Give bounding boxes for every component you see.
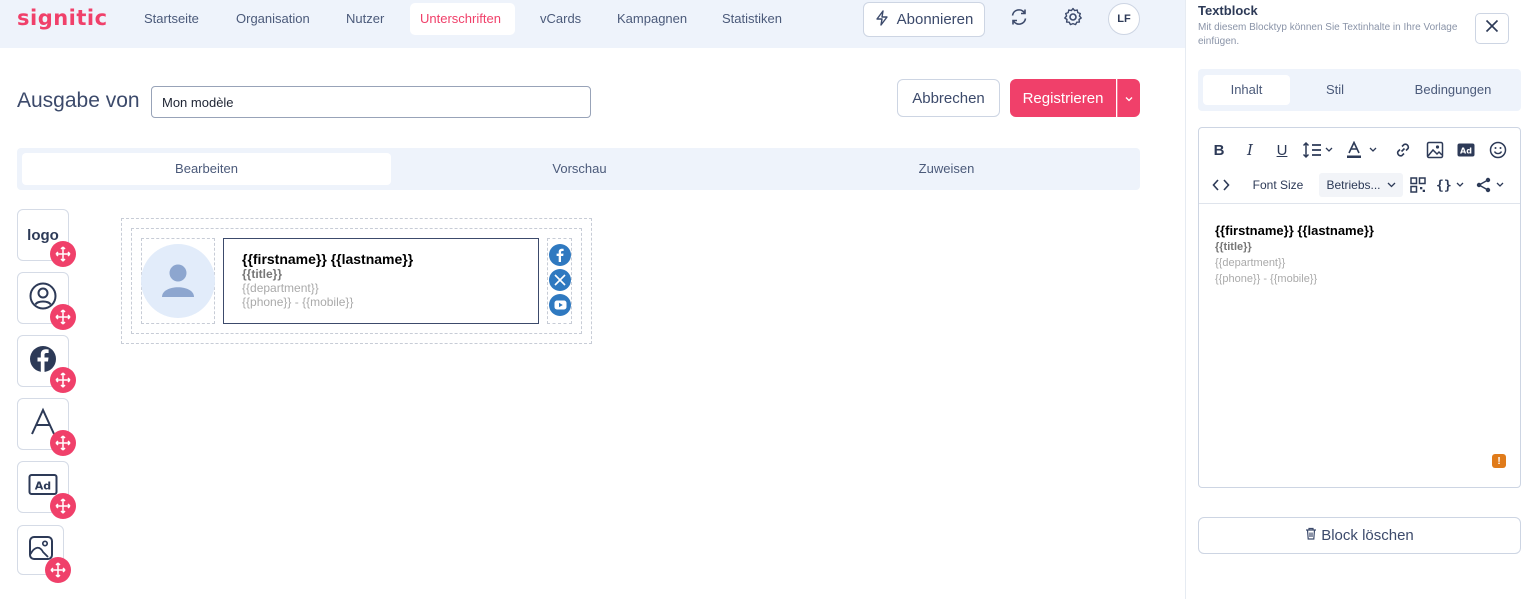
cancel-button[interactable]: Abbrechen bbox=[897, 79, 1000, 117]
tab-inhalt[interactable]: Inhalt bbox=[1203, 75, 1290, 105]
link-icon[interactable] bbox=[1392, 140, 1414, 160]
signature-text-block[interactable]: {{firstname}} {{lastname}} {{title}} {{d… bbox=[223, 238, 539, 324]
panel-title: Textblock bbox=[1198, 3, 1258, 18]
sync-icon bbox=[1009, 7, 1029, 32]
signature-name: {{firstname}} {{lastname}} bbox=[242, 251, 414, 267]
bold-icon[interactable]: B bbox=[1209, 140, 1229, 160]
text-color-icon[interactable] bbox=[1346, 140, 1380, 160]
move-icon[interactable] bbox=[50, 241, 76, 267]
nav-item-unterschriften[interactable]: Unterschriften bbox=[410, 3, 515, 35]
register-dropdown-button[interactable] bbox=[1117, 79, 1140, 117]
settings-button[interactable] bbox=[1058, 4, 1088, 34]
tab-zuweisen[interactable]: Zuweisen bbox=[762, 153, 1131, 185]
font-size-dropdown[interactable]: Font Size bbox=[1243, 175, 1313, 195]
user-avatar[interactable]: LF bbox=[1108, 3, 1140, 35]
properties-panel: Textblock Mit diesem Blocktyp können Sie… bbox=[1185, 0, 1529, 599]
register-button[interactable]: Registrieren bbox=[1010, 79, 1116, 117]
rich-text-editor: B I U Ad Font Size Betriebs... {} {{firs… bbox=[1198, 127, 1521, 488]
tab-bearbeiten[interactable]: Bearbeiten bbox=[22, 153, 391, 185]
trash-icon bbox=[1305, 527, 1317, 544]
subscribe-button[interactable]: Abonnieren bbox=[863, 2, 985, 37]
nav-item-vcards[interactable]: vCards bbox=[530, 3, 591, 35]
editor-content-area[interactable]: {{firstname}} {{lastname}} {{title}} {{d… bbox=[1215, 223, 1374, 287]
user-icon bbox=[158, 259, 198, 304]
warning-icon[interactable]: ! bbox=[1492, 454, 1506, 468]
tab-stil[interactable]: Stil bbox=[1290, 75, 1380, 105]
editor-toolbar-row-1: B I U Ad bbox=[1199, 132, 1520, 168]
share-icon[interactable] bbox=[1476, 175, 1510, 195]
chevron-down-icon bbox=[1387, 182, 1395, 188]
signature-phone: {{phone}} - {{mobile}} bbox=[242, 295, 354, 309]
nav-item-organisation[interactable]: Organisation bbox=[226, 3, 320, 35]
chevron-down-icon bbox=[1125, 89, 1133, 107]
emoji-icon[interactable] bbox=[1487, 140, 1509, 160]
avatar-placeholder bbox=[141, 244, 215, 318]
svg-text:Ad: Ad bbox=[1460, 147, 1472, 156]
page-title: Ausgabe von bbox=[17, 89, 140, 112]
gear-icon bbox=[1063, 7, 1083, 32]
nav-item-kampagnen[interactable]: Kampagnen bbox=[607, 3, 697, 35]
editor-toolbar-row-2: Font Size Betriebs... {} bbox=[1199, 167, 1520, 203]
close-panel-button[interactable] bbox=[1475, 13, 1509, 44]
ad-insert-icon[interactable]: Ad bbox=[1455, 140, 1477, 160]
template-name-input[interactable] bbox=[151, 86, 591, 118]
delete-block-label: Block löschen bbox=[1321, 527, 1414, 544]
delete-block-button[interactable]: Block löschen bbox=[1198, 517, 1521, 554]
move-icon[interactable] bbox=[50, 367, 76, 393]
main-area: signitic Startseite Organisation Nutzer … bbox=[0, 0, 1185, 599]
nav-item-nutzer[interactable]: Nutzer bbox=[336, 3, 394, 35]
signature-department: {{department}} bbox=[242, 281, 319, 295]
top-navigation: signitic Startseite Organisation Nutzer … bbox=[0, 0, 1185, 48]
brand-logo[interactable]: signitic bbox=[17, 6, 108, 30]
italic-icon[interactable]: I bbox=[1240, 140, 1260, 160]
tab-vorschau[interactable]: Vorschau bbox=[395, 153, 764, 185]
x-icon bbox=[549, 269, 571, 291]
lightning-icon bbox=[875, 9, 889, 30]
move-icon[interactable] bbox=[50, 304, 76, 330]
qr-code-icon[interactable] bbox=[1409, 175, 1427, 195]
font-size-label: Font Size bbox=[1252, 178, 1304, 192]
nav-item-statistiken[interactable]: Statistiken bbox=[712, 3, 792, 35]
svg-text:Ad: Ad bbox=[35, 479, 51, 492]
panel-description: Mit diesem Blocktyp können Sie Textinhal… bbox=[1198, 22, 1458, 47]
editor-phone-line: {{phone}} - {{mobile}} bbox=[1215, 273, 1318, 285]
youtube-icon bbox=[549, 294, 571, 316]
variables-icon[interactable]: {} bbox=[1436, 175, 1470, 195]
signature-title: {{title}} bbox=[242, 267, 283, 281]
editor-department-line: {{department}} bbox=[1215, 257, 1286, 269]
facebook-icon bbox=[549, 244, 571, 266]
logo-tool-label: logo bbox=[27, 226, 59, 244]
subscribe-label: Abonnieren bbox=[896, 11, 974, 28]
font-family-dropdown[interactable]: Betriebs... bbox=[1319, 173, 1403, 197]
move-icon[interactable] bbox=[50, 493, 76, 519]
toolbar-divider bbox=[1199, 203, 1520, 204]
panel-tabs: Inhalt Stil Bedingungen bbox=[1198, 69, 1521, 111]
move-icon[interactable] bbox=[50, 430, 76, 456]
sync-button[interactable] bbox=[1004, 4, 1034, 34]
image-insert-icon[interactable] bbox=[1424, 140, 1446, 160]
underline-icon[interactable]: U bbox=[1272, 140, 1292, 160]
editor-name-line: {{firstname}} {{lastname}} bbox=[1215, 223, 1374, 238]
editor-title-line: {{title}} bbox=[1215, 241, 1252, 253]
move-icon[interactable] bbox=[45, 557, 71, 583]
code-icon[interactable] bbox=[1211, 175, 1231, 195]
close-icon bbox=[1485, 19, 1499, 38]
font-family-label: Betriebs... bbox=[1326, 178, 1381, 192]
line-height-icon[interactable] bbox=[1302, 140, 1336, 160]
svg-text:{}: {} bbox=[1436, 179, 1452, 194]
tab-bedingungen[interactable]: Bedingungen bbox=[1388, 75, 1518, 105]
editor-tabs: Bearbeiten Vorschau Zuweisen bbox=[17, 148, 1140, 190]
nav-item-startseite[interactable]: Startseite bbox=[134, 3, 209, 35]
